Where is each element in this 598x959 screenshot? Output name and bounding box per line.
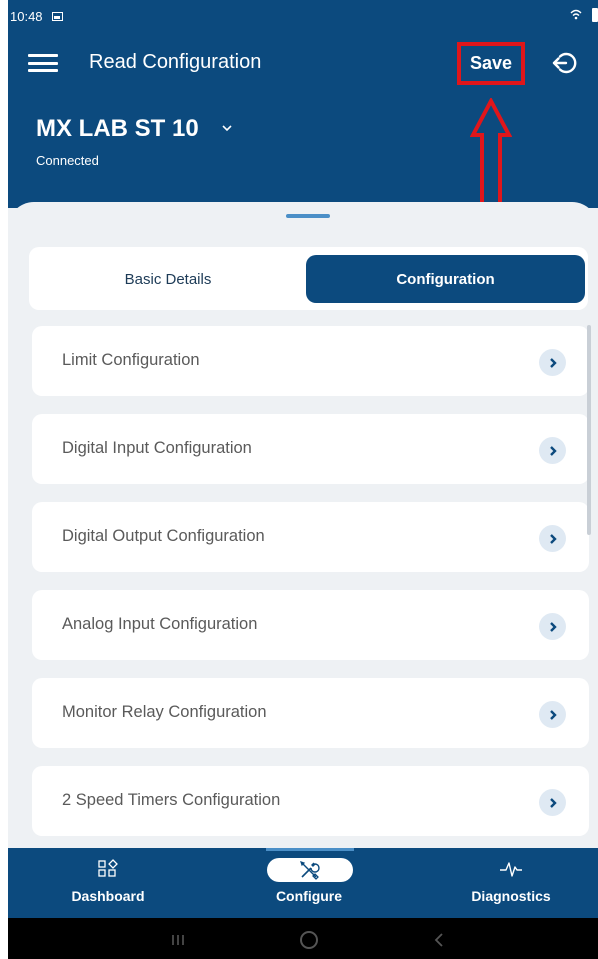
two-speed-timers-configuration-item[interactable]: 2 Speed Timers Configuration: [32, 766, 589, 836]
dashboard-icon: [98, 859, 118, 877]
wifi-icon: [570, 9, 582, 20]
nav-label: Dashboard: [71, 888, 145, 904]
digital-input-configuration-item[interactable]: Digital Input Configuration: [32, 414, 589, 484]
chevron-right-icon: [539, 349, 566, 376]
list-item-label: Digital Output Configuration: [62, 527, 265, 545]
device-name: MX LAB ST 10: [36, 115, 199, 142]
digital-output-configuration-item[interactable]: Digital Output Configuration: [32, 502, 589, 572]
status-bar: 10:48: [8, 0, 598, 32]
menu-icon[interactable]: [28, 54, 58, 72]
list-item-label: Digital Input Configuration: [62, 439, 252, 457]
chevron-down-icon: [222, 125, 232, 131]
app-header: Read Configuration Save MX LAB ST 10 Con…: [8, 32, 598, 217]
back-icon[interactable]: [434, 931, 444, 949]
tab-configuration[interactable]: Configuration: [306, 255, 585, 303]
list-item-label: Limit Configuration: [62, 351, 200, 369]
chevron-right-icon: [539, 613, 566, 640]
tab-bar: Basic Details Configuration: [29, 247, 588, 310]
up-arrow-annotation-icon: [470, 98, 512, 217]
pulse-icon: [500, 862, 522, 877]
home-icon[interactable]: [300, 931, 318, 949]
connection-status: Connected: [36, 153, 99, 168]
chevron-right-icon: [539, 789, 566, 816]
device-selector[interactable]: MX LAB ST 10: [36, 115, 233, 143]
image-notification-icon: [52, 12, 63, 21]
list-item-label: 2 Speed Timers Configuration: [62, 791, 281, 809]
chevron-right-icon: [539, 437, 566, 464]
analog-input-configuration-item[interactable]: Analog Input Configuration: [32, 590, 589, 660]
save-button[interactable]: Save: [460, 46, 522, 81]
nav-diagnostics[interactable]: Diagnostics: [413, 848, 598, 918]
wrench-screwdriver-icon: [300, 861, 320, 880]
status-time: 10:48: [10, 9, 43, 24]
bottom-navigation: Dashboard Configure Diagnostics: [8, 848, 598, 918]
drag-handle[interactable]: [286, 214, 330, 218]
recent-apps-icon[interactable]: [171, 934, 185, 946]
page-title: Read Configuration: [89, 51, 262, 73]
app-screen: 10:48 Read Configuration Save MX LAB ST …: [8, 0, 598, 959]
nav-label: Configure: [275, 888, 343, 904]
limit-configuration-item[interactable]: Limit Configuration: [32, 326, 589, 396]
list-item-label: Analog Input Configuration: [62, 615, 258, 633]
list-item-label: Monitor Relay Configuration: [62, 703, 267, 721]
scrollbar[interactable]: [587, 325, 591, 535]
chevron-right-icon: [539, 701, 566, 728]
battery-icon: [592, 8, 598, 22]
configuration-list: Limit Configuration Digital Input Config…: [32, 326, 589, 854]
nav-dashboard[interactable]: Dashboard: [10, 848, 206, 918]
tab-basic-details[interactable]: Basic Details: [35, 255, 301, 303]
monitor-relay-configuration-item[interactable]: Monitor Relay Configuration: [32, 678, 589, 748]
nav-configure[interactable]: Configure: [211, 848, 407, 918]
chevron-right-icon: [539, 525, 566, 552]
nav-label: Diagnostics: [471, 888, 551, 904]
bottom-sheet: Basic Details Configuration Limit Config…: [8, 202, 598, 852]
logout-icon[interactable]: [551, 49, 579, 77]
system-navigation-bar: [8, 918, 598, 959]
